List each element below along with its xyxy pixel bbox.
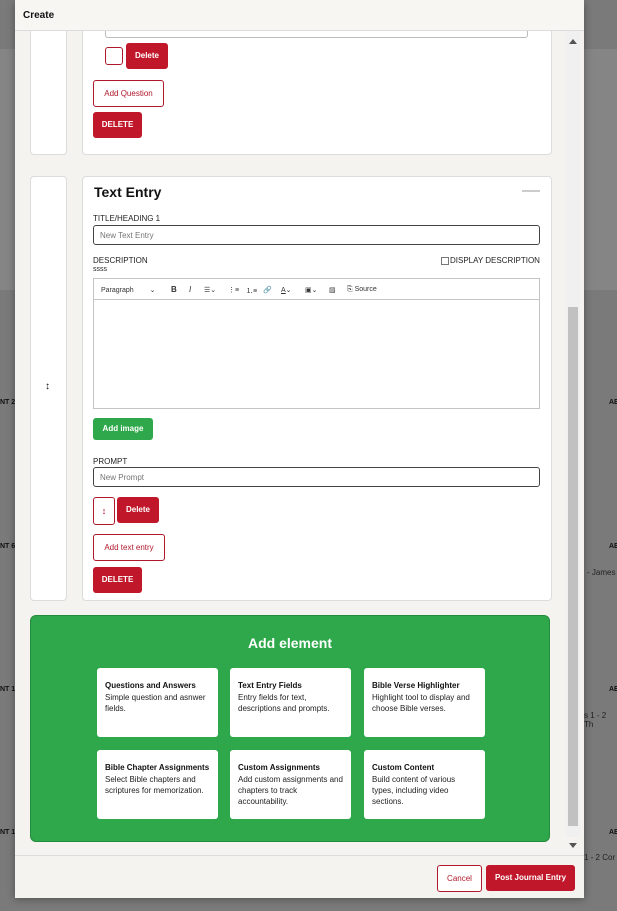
delete-question-block-button[interactable]: DELETE	[93, 112, 142, 138]
modal-header: Create	[15, 0, 584, 31]
modal-footer: Cancel Post Journal Entry	[15, 855, 584, 898]
collapse-icon[interactable]	[522, 190, 540, 192]
prompt-label: PROMPT	[93, 457, 128, 466]
tile-title: Bible Verse Highlighter	[372, 681, 460, 690]
question-card: Delete Add Question DELETE	[82, 31, 552, 155]
add-question-button[interactable]: Add Question	[93, 80, 164, 107]
title-input[interactable]	[93, 225, 540, 245]
display-description-checkbox[interactable]	[441, 257, 449, 265]
media-embed-icon[interactable]: ▣⌄	[305, 286, 317, 294]
tile-description: Select Bible chapters and scriptures for…	[105, 775, 204, 795]
prompt-drag-handle[interactable]: ↕	[93, 497, 115, 525]
chevron-down-icon: ⌄	[149, 287, 156, 294]
rich-text-editor: Paragraph ⌄ B I ☰⌄ ⋮≡ ⒈≡ 🔗 A⌄ ▣⌄ ▨ ⎘ Sou…	[93, 278, 540, 409]
add-element-panel: Add element Questions and Answers Simple…	[30, 615, 550, 842]
tile-description: Build content of various types, includin…	[372, 775, 456, 806]
prompt-input[interactable]	[93, 467, 540, 487]
modal-body: Delete Add Question DELETE ↕ Text Entry …	[15, 31, 584, 854]
editor-content-area[interactable]	[94, 300, 539, 408]
bg-row-label-right: AE	[609, 686, 617, 693]
tile-questions-and-answers[interactable]: Questions and Answers Simple question an…	[97, 668, 218, 737]
title-label: TITLE/HEADING 1	[93, 214, 161, 223]
cancel-button[interactable]: Cancel	[437, 865, 482, 892]
tile-title: Custom Content	[372, 763, 435, 772]
add-text-entry-button[interactable]: Add text entry	[93, 534, 165, 561]
tile-bible-chapter-assignments[interactable]: Bible Chapter Assignments Select Bible c…	[97, 750, 218, 819]
editor-toolbar: Paragraph ⌄ B I ☰⌄ ⋮≡ ⒈≡ 🔗 A⌄ ▣⌄ ▨ ⎘ Sou…	[94, 279, 539, 300]
text-entry-heading: Text Entry	[94, 184, 162, 200]
add-image-button[interactable]: Add image	[93, 418, 153, 440]
tile-description: Entry fields for text, descriptions and …	[238, 693, 330, 713]
tile-description: Add custom assignments and chapters to t…	[238, 775, 343, 806]
delete-prompt-button[interactable]: Delete	[117, 497, 159, 523]
modal-scrollbar[interactable]	[566, 31, 580, 848]
bullet-list-icon[interactable]: ⋮≡	[228, 286, 239, 294]
tile-custom-assignments[interactable]: Custom Assignments Add custom assignment…	[230, 750, 351, 819]
post-journal-entry-button[interactable]: Post Journal Entry	[486, 865, 575, 891]
source-icon: ⎘	[347, 286, 353, 293]
tile-title: Text Entry Fields	[238, 681, 302, 690]
numbered-list-icon[interactable]: ⒈≡	[246, 286, 257, 296]
delete-answer-button[interactable]: Delete	[126, 43, 168, 69]
bg-row-label: NT 2	[0, 399, 16, 406]
question-drag-handle-box[interactable]	[30, 31, 67, 155]
tile-description: Simple question and asnwer fields.	[105, 693, 206, 713]
scroll-thumb[interactable]	[568, 307, 578, 826]
bg-row-label: NT 6	[0, 543, 16, 550]
link-icon[interactable]: 🔗	[263, 286, 272, 294]
align-icon[interactable]: ☰⌄	[204, 286, 216, 294]
text-entry-card: Text Entry TITLE/HEADING 1 DESCRIPTION s…	[82, 176, 552, 601]
font-color-button[interactable]: A⌄	[281, 286, 292, 294]
scroll-up-icon[interactable]	[569, 39, 577, 44]
delete-text-entry-block-button[interactable]: DELETE	[93, 567, 142, 593]
tile-description: Highlight tool to display and choose Bib…	[372, 693, 470, 713]
text-entry-drag-handle-box[interactable]: ↕	[30, 176, 67, 601]
description-value: ssss	[93, 266, 107, 273]
bg-row-text: s 1 - 2 Th	[584, 711, 607, 729]
add-element-title: Add element	[247, 635, 332, 651]
drag-vertical-icon: ↕	[101, 506, 107, 516]
bg-row-label-right: AE	[609, 399, 617, 406]
bg-row-text: 1 - 2 Cor	[584, 853, 616, 862]
tile-custom-content[interactable]: Custom Content Build content of various …	[364, 750, 485, 819]
tile-title: Custom Assignments	[238, 763, 320, 772]
bold-button[interactable]: B	[171, 285, 177, 294]
tile-text-entry-fields[interactable]: Text Entry Fields Entry fields for text,…	[230, 668, 351, 737]
tile-title: Bible Chapter Assignments	[105, 763, 210, 772]
modal-title: Create	[23, 10, 55, 21]
scroll-down-icon[interactable]	[569, 843, 577, 848]
bg-row-label-right: AE	[609, 829, 617, 836]
drag-vertical-icon[interactable]: ↕	[45, 381, 50, 392]
tile-title: Questions and Answers	[105, 681, 196, 690]
create-modal: Create Delete Add Question DELETE ↕ Text…	[15, 0, 584, 898]
italic-button[interactable]: I	[189, 285, 191, 294]
paragraph-select[interactable]: Paragraph ⌄	[101, 286, 156, 294]
tile-bible-verse-highlighter[interactable]: Bible Verse Highlighter Highlight tool t…	[364, 668, 485, 737]
question-answer-input[interactable]	[105, 31, 528, 38]
description-label: DESCRIPTION	[93, 256, 148, 265]
display-description-label: DISPLAY DESCRIPTION	[450, 256, 540, 265]
answer-checkbox[interactable]	[105, 47, 123, 65]
bg-row-label-right: AE	[609, 543, 617, 550]
source-button[interactable]: ⎘ Source	[347, 286, 377, 294]
bg-row-text: - James	[587, 568, 616, 577]
insert-image-icon[interactable]: ▨	[329, 286, 336, 294]
